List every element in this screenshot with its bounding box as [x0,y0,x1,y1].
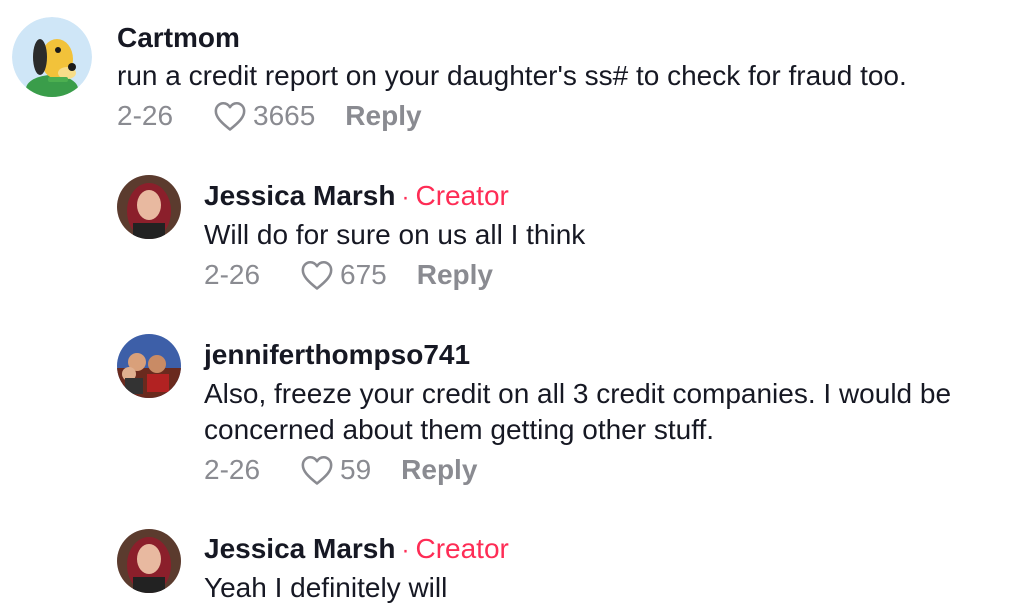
group-avatar-image [117,334,181,398]
creator-badge: Creator [415,533,509,564]
comment-text-line: concerned about them getting other stuff… [204,414,715,445]
like-count: 59 [340,454,372,485]
heart-outline-icon [214,101,246,131]
comment-meta: 2-26 3665 Reply [117,100,422,132]
creator-badge: Creator [415,180,509,211]
pluto-avatar-image [12,17,92,97]
avatar[interactable] [117,529,181,593]
comment-username[interactable]: Jessica Marsh [204,533,395,564]
comment-text-line: Also, freeze your credit on all 3 credit… [204,378,952,409]
heart-outline-icon [301,455,333,485]
avatar[interactable] [12,17,92,97]
comment-text: Also, freeze your credit on all 3 credit… [204,376,951,448]
reply-button[interactable]: Reply [417,259,493,291]
like-button[interactable]: 675 [300,259,387,291]
comment-username[interactable]: Jessica Marsh [204,180,395,211]
woman-avatar-image [117,529,181,593]
comment-text-line: Will do for sure on us all I think [204,219,586,250]
comment-username[interactable]: jenniferthompso741 [204,339,470,370]
comment-text: Will do for sure on us all I think [204,217,585,253]
comment-date: 2-26 [204,454,261,485]
comment-text: run a credit report on your daughter's s… [117,58,907,94]
like-button[interactable]: 3665 [213,100,315,132]
comment-text-line: run a credit report on your daughter's s… [117,60,907,91]
avatar[interactable] [117,175,181,239]
comment-username[interactable]: Cartmom [117,22,240,53]
woman-avatar-image [117,175,181,239]
comment-text-line: Yeah I definitely will [204,572,448,603]
separator-dot: · [401,537,410,564]
like-count: 675 [340,259,387,290]
separator-dot: · [401,184,410,211]
like-button[interactable]: 59 [300,454,371,486]
avatar[interactable] [117,334,181,398]
heart-outline-icon [301,260,333,290]
reply-button[interactable]: Reply [401,454,477,486]
comment-text: Yeah I definitely will [204,570,447,606]
comment-meta: 2-26 59 Reply [204,454,477,486]
comment-date: 2-26 [117,100,174,131]
comment-meta: 2-26 675 Reply [204,259,493,291]
comment-date: 2-26 [204,259,261,290]
reply-button[interactable]: Reply [345,100,421,132]
like-count: 3665 [253,100,316,131]
